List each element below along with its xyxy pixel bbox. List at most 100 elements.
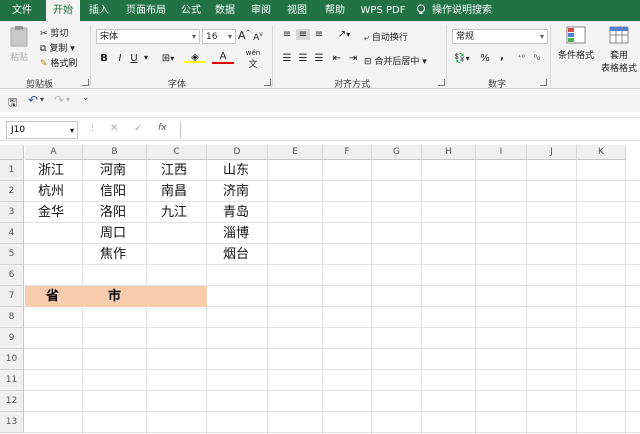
cell-d2[interactable]: 济南 bbox=[223, 181, 249, 202]
cancel-icon[interactable]: ✕ bbox=[110, 123, 118, 134]
row-header-11[interactable]: 11 bbox=[0, 370, 24, 391]
bold-button[interactable]: B bbox=[98, 53, 110, 64]
tab-file[interactable]: 文件 bbox=[0, 0, 44, 21]
align-bottom-icon[interactable]: ≡ bbox=[312, 29, 326, 40]
align-top-icon[interactable]: ≡ bbox=[280, 29, 294, 40]
fill-color-button[interactable]: ◈ bbox=[184, 52, 206, 63]
row-header-10[interactable]: 10 bbox=[0, 349, 24, 370]
column-header-g[interactable]: G bbox=[372, 145, 422, 160]
cut-button[interactable]: ✂ 剪切 bbox=[40, 26, 68, 39]
underline-button[interactable]: U bbox=[128, 53, 140, 64]
tell-me-search[interactable]: 操作说明搜索 bbox=[430, 0, 494, 21]
row-header-1[interactable]: 1 bbox=[0, 160, 24, 181]
borders-button[interactable]: ⊞▾ bbox=[158, 53, 178, 64]
wrap-text-button[interactable]: ⤶ 自动换行 bbox=[364, 30, 408, 43]
row-header-9[interactable]: 9 bbox=[0, 328, 24, 349]
cell-d1[interactable]: 山东 bbox=[223, 160, 249, 181]
number-format-combo[interactable]: 常规 ▾ bbox=[452, 29, 548, 44]
name-box[interactable]: J10 ▾ bbox=[6, 121, 78, 139]
percent-button[interactable]: % bbox=[478, 53, 492, 64]
undo-icon[interactable]: ↶ bbox=[28, 93, 38, 107]
increase-indent-icon[interactable]: ⇥ bbox=[346, 53, 360, 64]
select-all-corner[interactable] bbox=[0, 145, 24, 160]
customize-qat-icon[interactable]: ⌄ bbox=[82, 93, 90, 103]
redo-icon[interactable]: ↷ bbox=[54, 93, 64, 107]
tab-formulas[interactable]: 公式 bbox=[176, 0, 206, 21]
cell-a7[interactable]: 省 bbox=[46, 286, 59, 307]
underline-dropdown[interactable]: ▾ bbox=[142, 53, 150, 62]
currency-button[interactable]: 💱▾ bbox=[452, 53, 472, 64]
copy-button[interactable]: ⧉ 复制 ▾ bbox=[40, 41, 75, 54]
alignment-launcher[interactable] bbox=[438, 79, 445, 86]
comma-button[interactable]: , bbox=[496, 51, 508, 62]
row-header-7[interactable]: 7 bbox=[0, 286, 24, 307]
font-size-combo[interactable]: 16 ▾ bbox=[202, 29, 236, 44]
cell-b5[interactable]: 焦作 bbox=[100, 244, 126, 265]
column-header-d[interactable]: D bbox=[207, 145, 268, 160]
cell-c2[interactable]: 南昌 bbox=[161, 181, 187, 202]
number-launcher[interactable] bbox=[540, 79, 547, 86]
font-name-combo[interactable]: 宋体 ▾ bbox=[96, 29, 200, 44]
tab-page-layout[interactable]: 页面布局 bbox=[118, 0, 174, 21]
italic-button[interactable]: I bbox=[114, 53, 126, 64]
row-header-8[interactable]: 8 bbox=[0, 307, 24, 328]
cell-c3[interactable]: 九江 bbox=[161, 202, 187, 223]
column-header-c[interactable]: C bbox=[147, 145, 207, 160]
formula-input[interactable] bbox=[180, 121, 640, 139]
cell-b2[interactable]: 信阳 bbox=[100, 181, 126, 202]
align-right-icon[interactable]: ☰ bbox=[312, 53, 326, 64]
save-icon[interactable]: 🖫 bbox=[8, 94, 17, 113]
phonetic-button[interactable]: wén 文 bbox=[244, 49, 262, 70]
align-left-icon[interactable]: ☰ bbox=[280, 53, 294, 64]
shrink-font-button[interactable]: Av bbox=[252, 31, 264, 43]
row-header-12[interactable]: 12 bbox=[0, 391, 24, 412]
merge-center-button[interactable]: ⊟ 合并后居中 ▾ bbox=[364, 54, 427, 67]
tab-help[interactable]: 帮助 bbox=[318, 0, 352, 21]
clipboard-launcher[interactable] bbox=[82, 79, 89, 86]
tab-home[interactable]: 开始 bbox=[46, 0, 80, 21]
column-header-f[interactable]: F bbox=[323, 145, 372, 160]
cell-a1[interactable]: 浙江 bbox=[38, 160, 64, 181]
tab-wps-pdf[interactable]: WPS PDF bbox=[358, 0, 408, 21]
align-middle-icon[interactable]: ≡ bbox=[296, 29, 310, 40]
cell-a3[interactable]: 金华 bbox=[38, 202, 64, 223]
paste-button[interactable]: 粘贴 bbox=[6, 25, 32, 65]
decrease-indent-icon[interactable]: ⇤ bbox=[330, 53, 344, 64]
column-header-i[interactable]: I bbox=[476, 145, 527, 160]
font-color-button[interactable]: A bbox=[212, 51, 234, 64]
tab-view[interactable]: 视图 bbox=[282, 0, 312, 21]
decrease-decimal-icon[interactable]: ⁰₀ bbox=[530, 53, 544, 62]
column-header-j[interactable]: J bbox=[527, 145, 577, 160]
tab-data[interactable]: 数据 bbox=[210, 0, 240, 21]
increase-decimal-icon[interactable]: ⁺⁰ bbox=[514, 53, 528, 62]
cell-d3[interactable]: 青岛 bbox=[223, 202, 249, 223]
cell-c1[interactable]: 江西 bbox=[161, 160, 187, 181]
tab-insert[interactable]: 插入 bbox=[82, 0, 116, 21]
insert-function-icon[interactable]: fx bbox=[158, 123, 167, 133]
format-painter-button[interactable]: ✎ 格式刷 bbox=[40, 56, 77, 69]
row-header-6[interactable]: 6 bbox=[0, 265, 24, 286]
redo-dropdown[interactable]: ▾ bbox=[66, 95, 70, 104]
column-header-e[interactable]: E bbox=[268, 145, 323, 160]
grow-font-button[interactable]: A^ bbox=[238, 29, 251, 42]
align-center-icon[interactable]: ☰ bbox=[296, 53, 310, 64]
column-header-h[interactable]: H bbox=[422, 145, 476, 160]
column-header-k[interactable]: K bbox=[577, 145, 626, 160]
tab-review[interactable]: 审阅 bbox=[246, 0, 276, 21]
cell-b7[interactable]: 市 bbox=[108, 286, 121, 307]
row-header-2[interactable]: 2 bbox=[0, 181, 24, 202]
row-header-5[interactable]: 5 bbox=[0, 244, 24, 265]
orientation-button[interactable]: ↗▾ bbox=[334, 29, 354, 40]
undo-dropdown[interactable]: ▾ bbox=[40, 95, 44, 104]
column-header-b[interactable]: B bbox=[83, 145, 147, 160]
format-as-table-button[interactable]: 套用 表格格式 bbox=[598, 25, 640, 74]
row-header-3[interactable]: 3 bbox=[0, 202, 24, 223]
conditional-formatting-button[interactable]: 条件格式 bbox=[556, 25, 596, 61]
row-header-4[interactable]: 4 bbox=[0, 223, 24, 244]
cell-b1[interactable]: 河南 bbox=[100, 160, 126, 181]
enter-icon[interactable]: ✓ bbox=[134, 123, 142, 134]
font-launcher[interactable] bbox=[264, 79, 271, 86]
cell-b3[interactable]: 洛阳 bbox=[100, 202, 126, 223]
row-header-13[interactable]: 13 bbox=[0, 412, 24, 433]
cell-a2[interactable]: 杭州 bbox=[38, 181, 64, 202]
